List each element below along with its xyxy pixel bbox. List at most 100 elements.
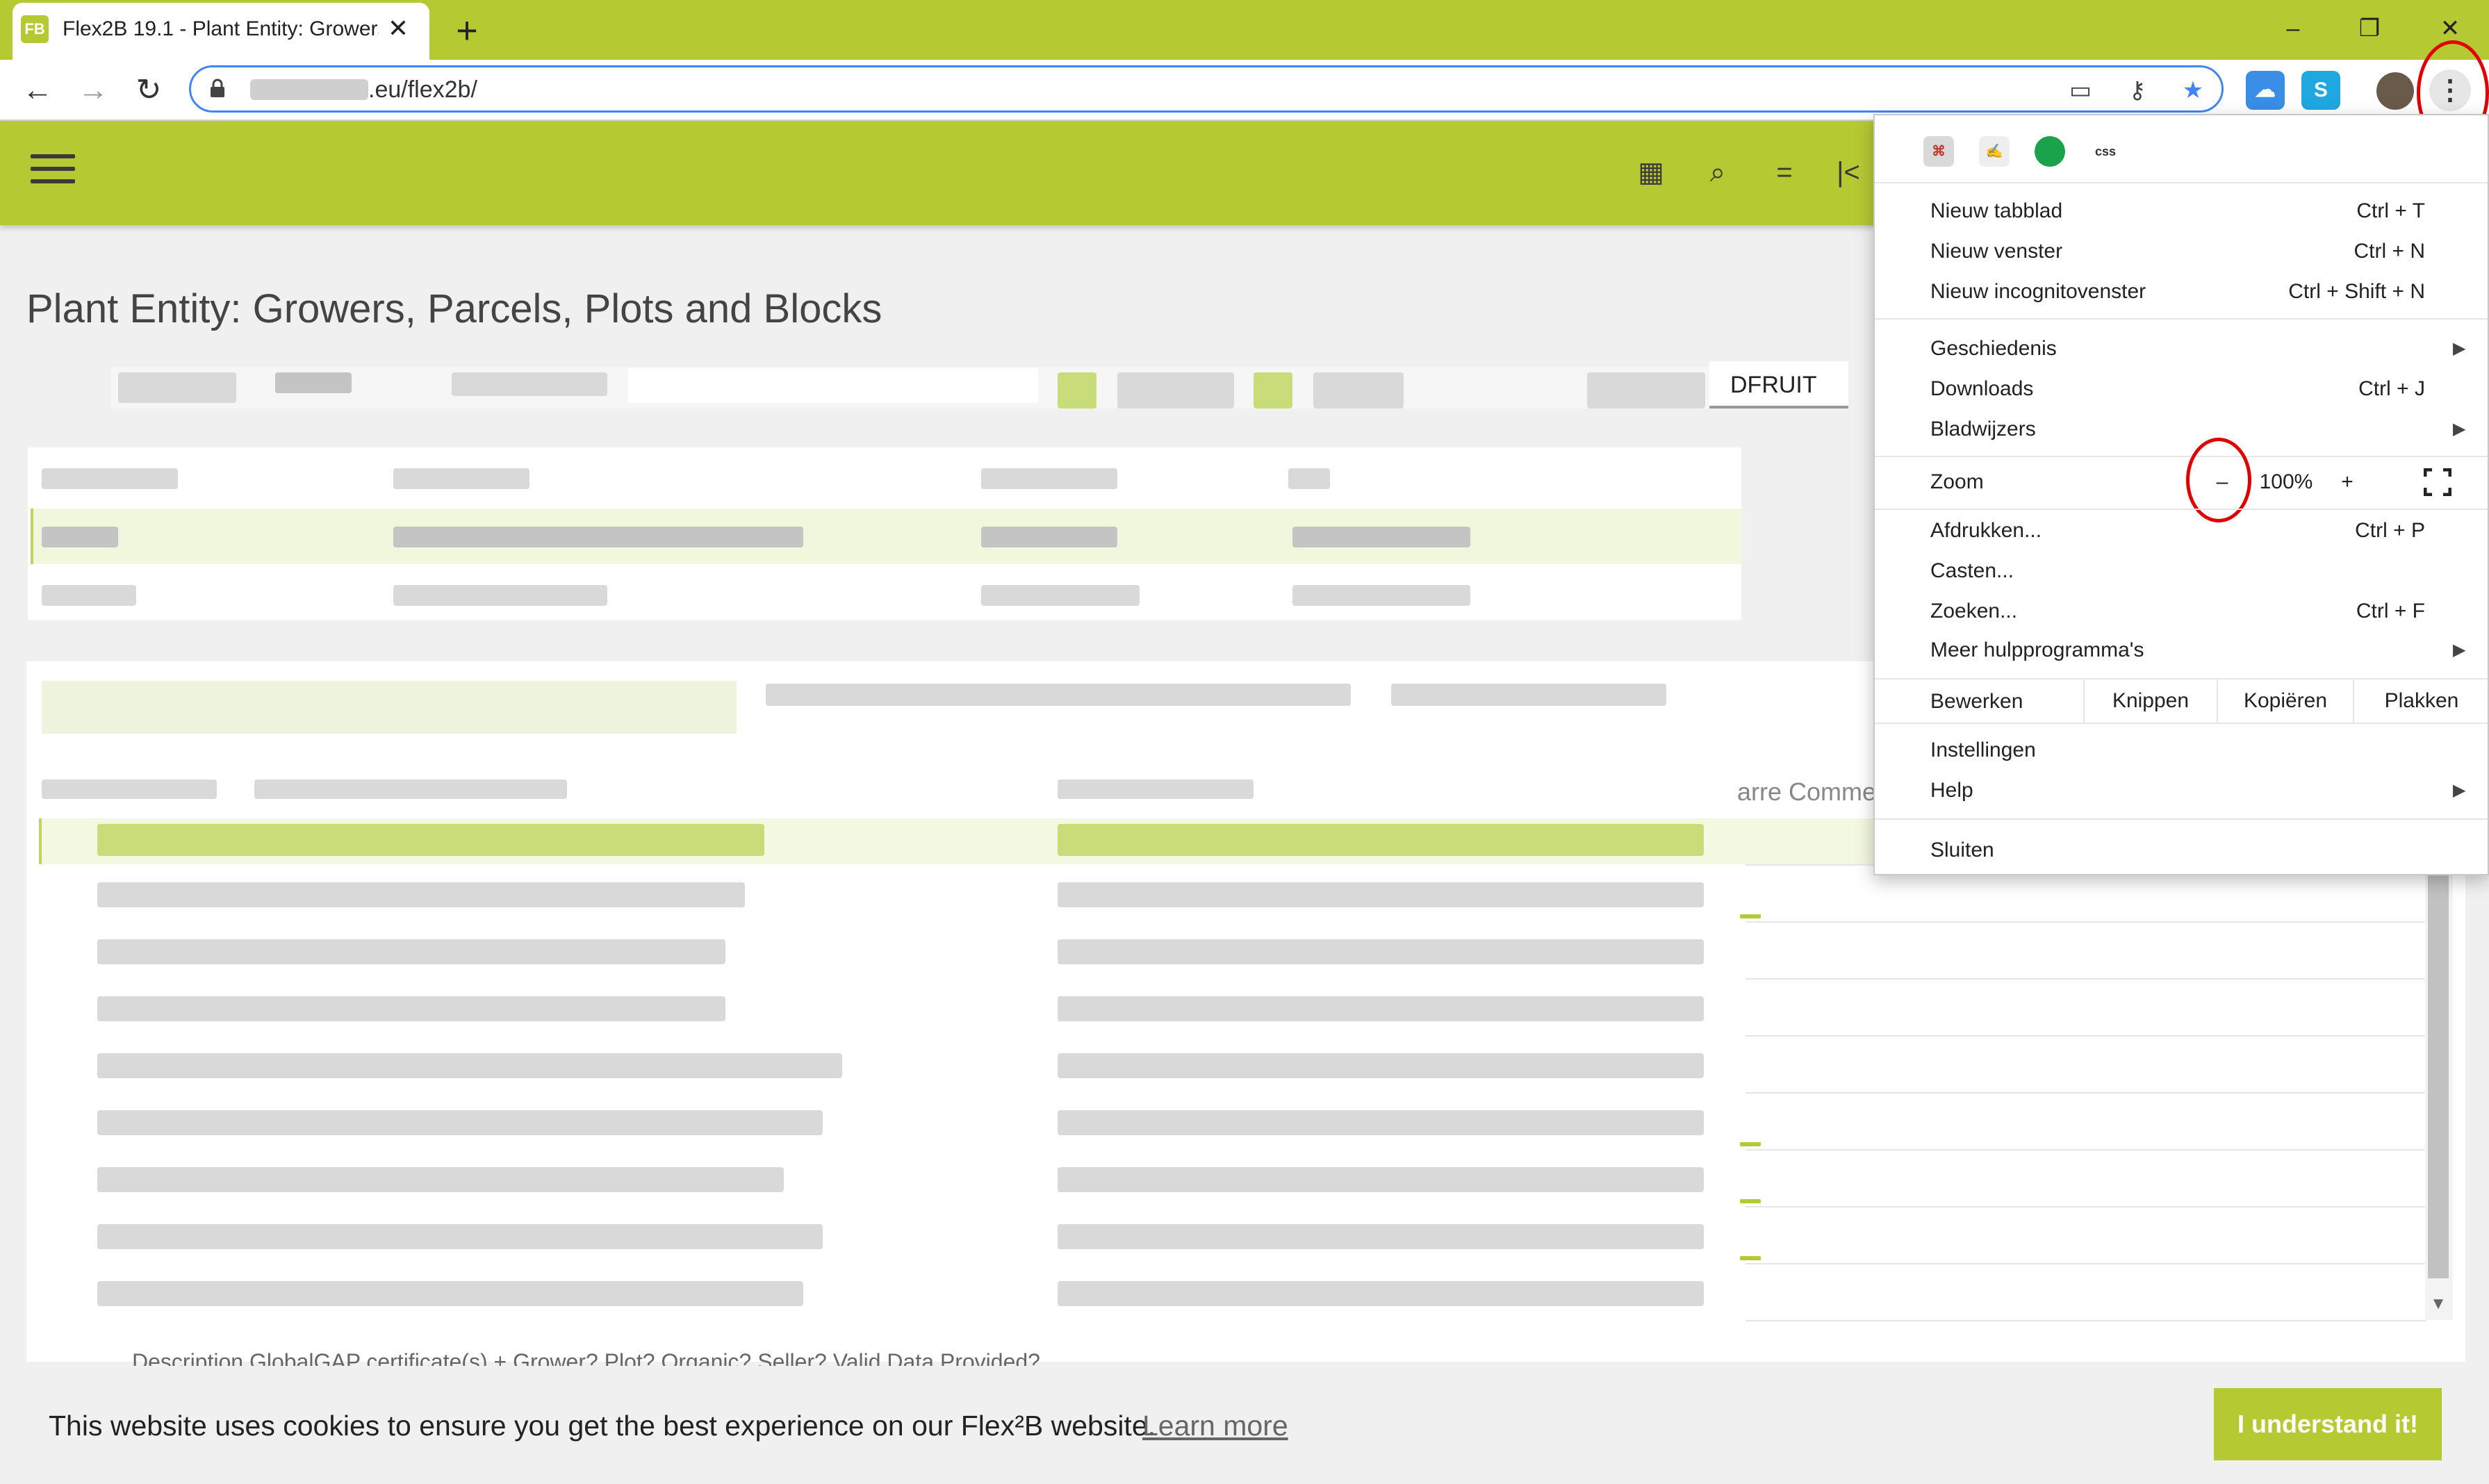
table-cell [393, 585, 607, 606]
cut-button[interactable]: Knippen [2083, 679, 2217, 723]
cast-device-icon[interactable]: ▭ [2062, 72, 2098, 108]
menu-item-new-window[interactable]: Nieuw venster [1930, 232, 2062, 271]
green-chat-icon[interactable] [2035, 136, 2065, 167]
restore-window-button[interactable]: ❐ [2335, 4, 2404, 53]
filter-chip-label: DFRUIT [1730, 372, 1817, 398]
zoom-in-button[interactable]: + [2325, 463, 2369, 502]
submenu-arrow-icon: ▶ [2453, 781, 2466, 800]
page-title: Plant Entity: Growers, Parcels, Plots an… [26, 286, 882, 331]
cookie-accept-button[interactable]: I understand it! [2214, 1388, 2442, 1460]
skype-icon[interactable]: S [2301, 71, 2340, 110]
signature-icon[interactable]: ✍ [1979, 136, 2010, 167]
menu-item-new-incognito-window[interactable]: Nieuw incognitovenster [1930, 272, 2146, 311]
menu-shortcut: Ctrl + F [2356, 600, 2425, 623]
submenu-arrow-icon: ▶ [2453, 641, 2466, 659]
onedrive-cloud-icon[interactable]: ☁ [2246, 71, 2285, 110]
submenu-arrow-icon: ▶ [2453, 420, 2466, 438]
table-cell [1292, 585, 1470, 606]
table-cell [1058, 996, 1704, 1021]
form-fields-peek: Description GlobalGAP certificate(s) + G… [132, 1349, 1040, 1366]
menu-item-more-tools[interactable]: Meer hulpprogramma's [1930, 631, 2144, 670]
back-arrow-icon[interactable]: ← [17, 69, 58, 111]
table-header-cell [254, 780, 567, 799]
learn-more-link[interactable]: Learn more [1142, 1408, 1295, 1444]
table-cell [97, 939, 725, 964]
table-cell [1058, 882, 1704, 907]
redacted-tab[interactable] [766, 684, 1351, 706]
row-divider [1745, 921, 2426, 923]
table-cell [1058, 939, 1704, 964]
menu-item-exit[interactable]: Sluiten [1930, 831, 1994, 870]
row-divider [1745, 1035, 2426, 1037]
redacted-field [1587, 372, 1705, 409]
reload-icon[interactable]: ↻ [128, 69, 170, 111]
new-tab-button[interactable]: + [445, 11, 489, 50]
table-header-cell [42, 780, 217, 799]
menu-item-find[interactable]: Zoeken... [1930, 592, 2017, 631]
forward-arrow-icon[interactable]: → [72, 69, 114, 111]
menu-item-history[interactable]: Geschiedenis [1930, 329, 2057, 368]
row-divider [1745, 1320, 2426, 1321]
key-icon[interactable]: ⚷ [2119, 72, 2155, 108]
url-redacted-host [250, 79, 368, 100]
menu-item-cast[interactable]: Casten... [1930, 552, 2014, 591]
url-text[interactable]: .eu/flex2b/ [368, 74, 785, 106]
zoom-level: 100% [2259, 470, 2313, 493]
redacted-tab[interactable] [1391, 684, 1666, 706]
menu-shortcut: Ctrl + P [2355, 519, 2425, 542]
search-icon[interactable]: ⌕ [1698, 153, 1737, 192]
scrollbar-thumb[interactable] [2428, 868, 2449, 1278]
table-header-cell [393, 468, 529, 489]
table-cell [393, 527, 803, 547]
details-tabs-redacted[interactable] [42, 681, 737, 734]
table-row-selected[interactable] [31, 509, 1741, 564]
fullscreen-icon[interactable] [2424, 468, 2451, 496]
menu-item-settings[interactable]: Instellingen [1930, 731, 2036, 770]
equals-icon[interactable]: = [1765, 153, 1804, 192]
first-page-icon[interactable]: |< [1829, 153, 1868, 192]
redacted-badge [1058, 372, 1096, 409]
column-header-comment: arre Commen [1737, 777, 1883, 806]
menu-item-bookmarks[interactable]: Bladwijzers [1930, 410, 2036, 449]
menu-item-new-tab[interactable]: Nieuw tabblad [1930, 192, 2062, 231]
calendar-icon[interactable]: ▦ [1632, 153, 1670, 192]
menu-item-downloads[interactable]: Downloads [1930, 370, 2033, 409]
redacted-field [1117, 372, 1234, 409]
table-header-cell [1058, 780, 1254, 799]
table-cell [97, 1053, 842, 1078]
table-header-cell [981, 468, 1117, 489]
menu-separator [1875, 318, 2488, 320]
table-cell [981, 585, 1140, 606]
table-cell [97, 1281, 803, 1306]
paste-button[interactable]: Plakken [2353, 679, 2489, 723]
scroll-down-arrow-icon[interactable]: ▼ [2428, 1294, 2449, 1314]
redacted-field [275, 372, 352, 393]
row-status-mark [1740, 914, 1761, 918]
table-header-cell [1288, 468, 1330, 489]
redacted-badge [1254, 372, 1292, 409]
menu-shortcut: Ctrl + J [2358, 377, 2425, 400]
table-cell [1058, 1053, 1704, 1078]
menu-edit-label: Bewerken [1930, 690, 2023, 713]
tab-close-icon[interactable]: ✕ [382, 13, 414, 44]
menu-shortcut: Ctrl + T [2356, 199, 2425, 222]
minimize-window-button[interactable]: – [2258, 4, 2328, 53]
menu-item-print[interactable]: Afdrukken... [1930, 511, 2042, 550]
row-status-mark [1740, 1199, 1761, 1203]
redacted-input[interactable] [628, 368, 1038, 403]
copy-button[interactable]: Kopiëren [2217, 679, 2353, 723]
redacted-field [118, 372, 236, 403]
menu-item-help[interactable]: Help [1930, 771, 1973, 810]
profile-avatar[interactable] [2376, 72, 2414, 110]
table-cell [97, 1110, 823, 1135]
css-pencil-icon[interactable]: css [2090, 136, 2121, 167]
row-divider [1745, 1206, 2426, 1207]
pdf-icon[interactable]: ⌘ [1923, 136, 1954, 167]
table-cell [981, 527, 1117, 547]
tab-title: Flex2B 19.1 - Plant Entity: Growers, Par… [63, 17, 379, 40]
row-divider [1745, 1092, 2426, 1094]
hamburger-menu-icon[interactable] [31, 154, 75, 190]
table-cell [1058, 1281, 1704, 1306]
star-bookmark-icon[interactable]: ★ [2175, 72, 2211, 108]
table-cell [97, 882, 745, 907]
